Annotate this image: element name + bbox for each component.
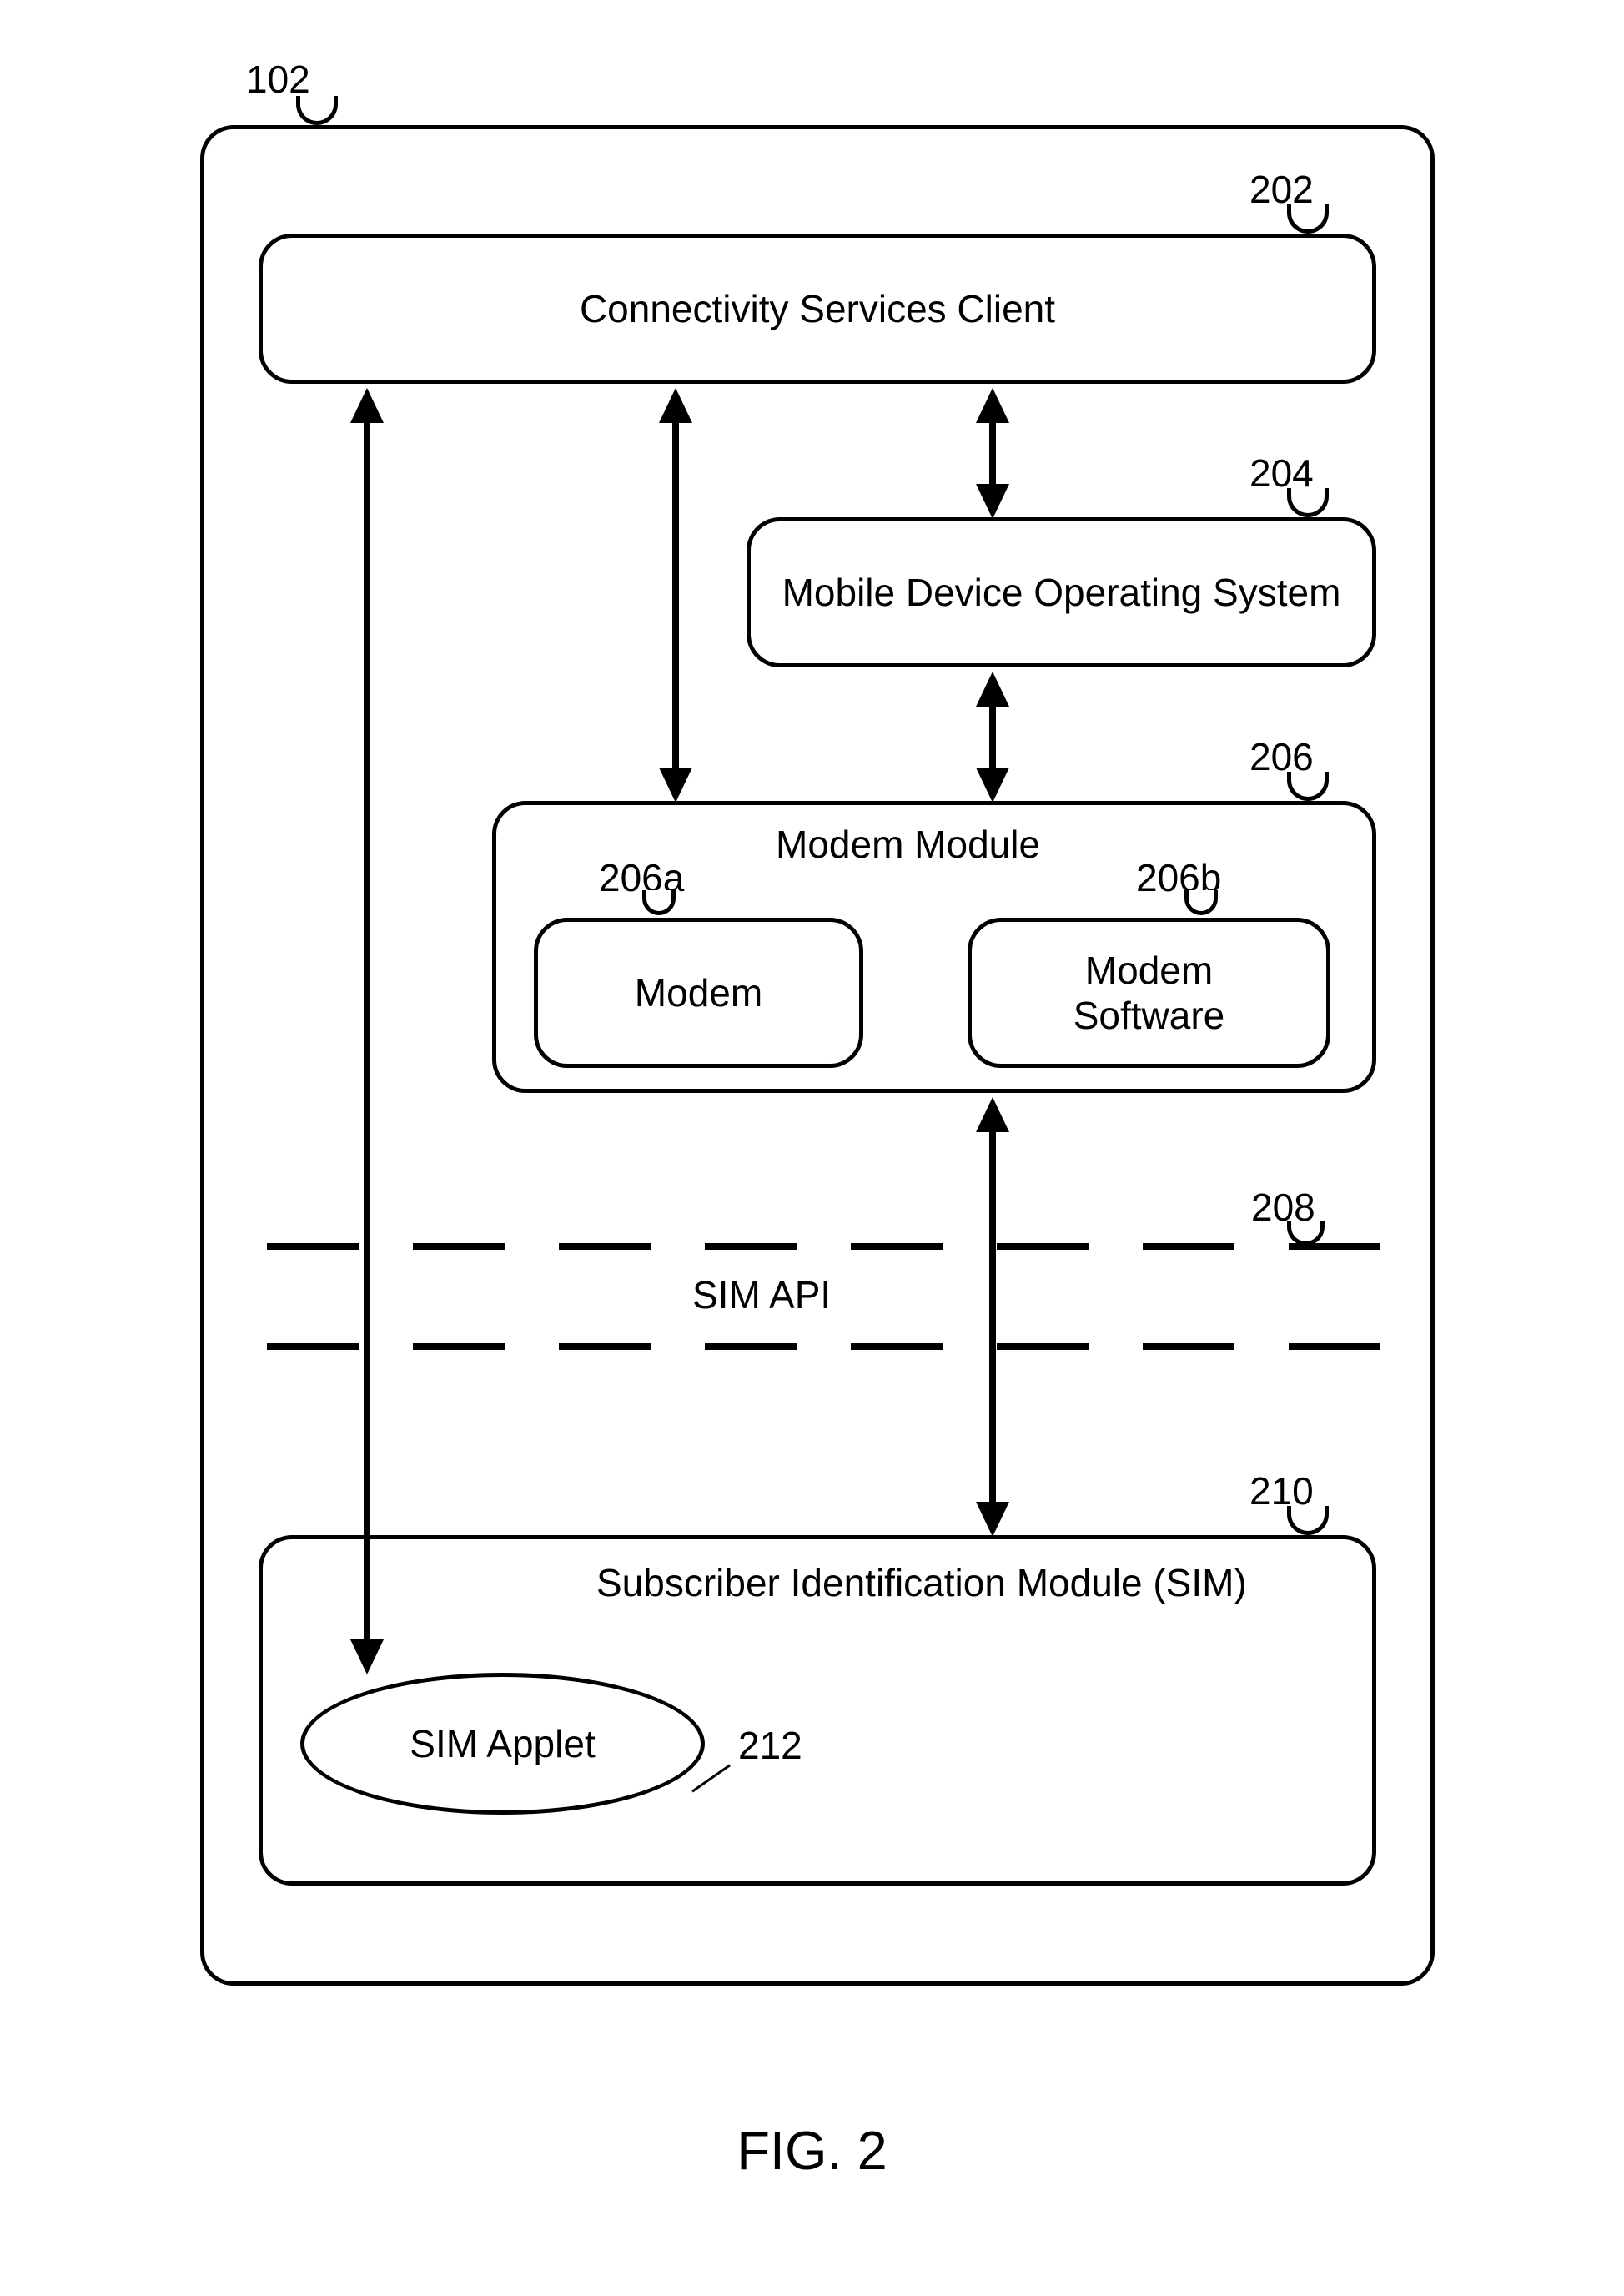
connectivity-services-client-box: Connectivity Services Client [259, 234, 1376, 384]
arrow-modem-to-sim-head-up [976, 1097, 1009, 1132]
arrow-csc-to-modem-head-up [659, 388, 692, 423]
outer-notch [296, 96, 338, 125]
csc-label: Connectivity Services Client [580, 286, 1055, 331]
sim-api-label: SIM API [692, 1272, 831, 1317]
modem-software-line1: Modem [1085, 948, 1213, 993]
sim-applet-ref-label: 212 [738, 1723, 802, 1768]
arrow-csc-to-os-head-up [976, 388, 1009, 423]
arrow-modem-to-sim-line [989, 1122, 996, 1510]
sim-applet-ellipse: SIM Applet [300, 1673, 705, 1815]
modem-box: Modem [534, 918, 863, 1068]
arrow-csc-to-applet-head-down [350, 1639, 384, 1674]
sim-label: Subscriber Identification Module (SIM) [596, 1560, 1247, 1605]
figure-label: FIG. 2 [0, 2119, 1624, 2182]
arrow-csc-to-os-line [989, 413, 996, 492]
arrow-csc-to-modem-line [672, 413, 679, 776]
arrow-modem-to-sim-head-down [976, 1502, 1009, 1537]
arrow-os-to-modem-head-up [976, 672, 1009, 707]
arrow-csc-to-modem-head-down [659, 768, 692, 803]
modem-software-box: Modem Software [968, 918, 1330, 1068]
modem-module-title: Modem Module [776, 822, 1040, 867]
outer-ref-label: 102 [246, 57, 310, 102]
os-label: Mobile Device Operating System [782, 570, 1341, 615]
arrow-os-to-modem-line [989, 697, 996, 776]
modem-software-line2: Software [1073, 993, 1225, 1038]
mobile-os-box: Mobile Device Operating System [747, 517, 1376, 667]
arrow-csc-to-os-head-down [976, 484, 1009, 519]
sim-applet-label: SIM Applet [410, 1721, 595, 1766]
arrow-csc-to-applet-head-up [350, 388, 384, 423]
modem-label: Modem [635, 970, 762, 1015]
sim-api-dashed-top [267, 1243, 1385, 1251]
arrow-os-to-modem-head-down [976, 768, 1009, 803]
sim-api-dashed-bottom [267, 1343, 1385, 1352]
arrow-csc-to-applet-line [364, 413, 370, 1648]
